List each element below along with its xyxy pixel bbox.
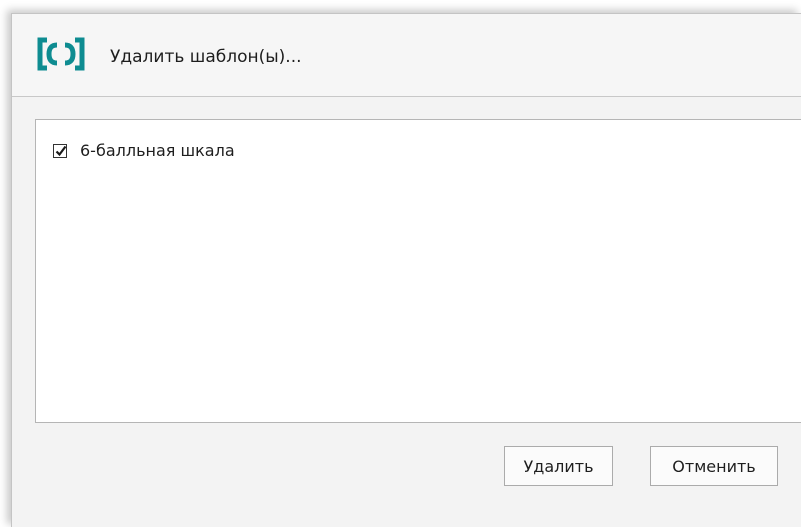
delete-button[interactable]: Удалить (504, 446, 613, 486)
template-checkbox[interactable] (53, 143, 67, 158)
app-logo-icon (35, 37, 87, 71)
list-item[interactable]: 6-балльная шкала (53, 141, 235, 160)
checkmark-icon (55, 145, 67, 156)
cancel-button[interactable]: Отменить (650, 446, 778, 486)
dialog-title: Удалить шаблон(ы)... (110, 47, 302, 67)
templates-list[interactable]: 6-балльная шкала (35, 119, 801, 423)
dialog-titlebar: Удалить шаблон(ы)... (12, 14, 801, 97)
template-label: 6-балльная шкала (80, 141, 235, 160)
delete-templates-dialog: Удалить шаблон(ы)... 6-балльная шкала Уд… (11, 13, 801, 527)
